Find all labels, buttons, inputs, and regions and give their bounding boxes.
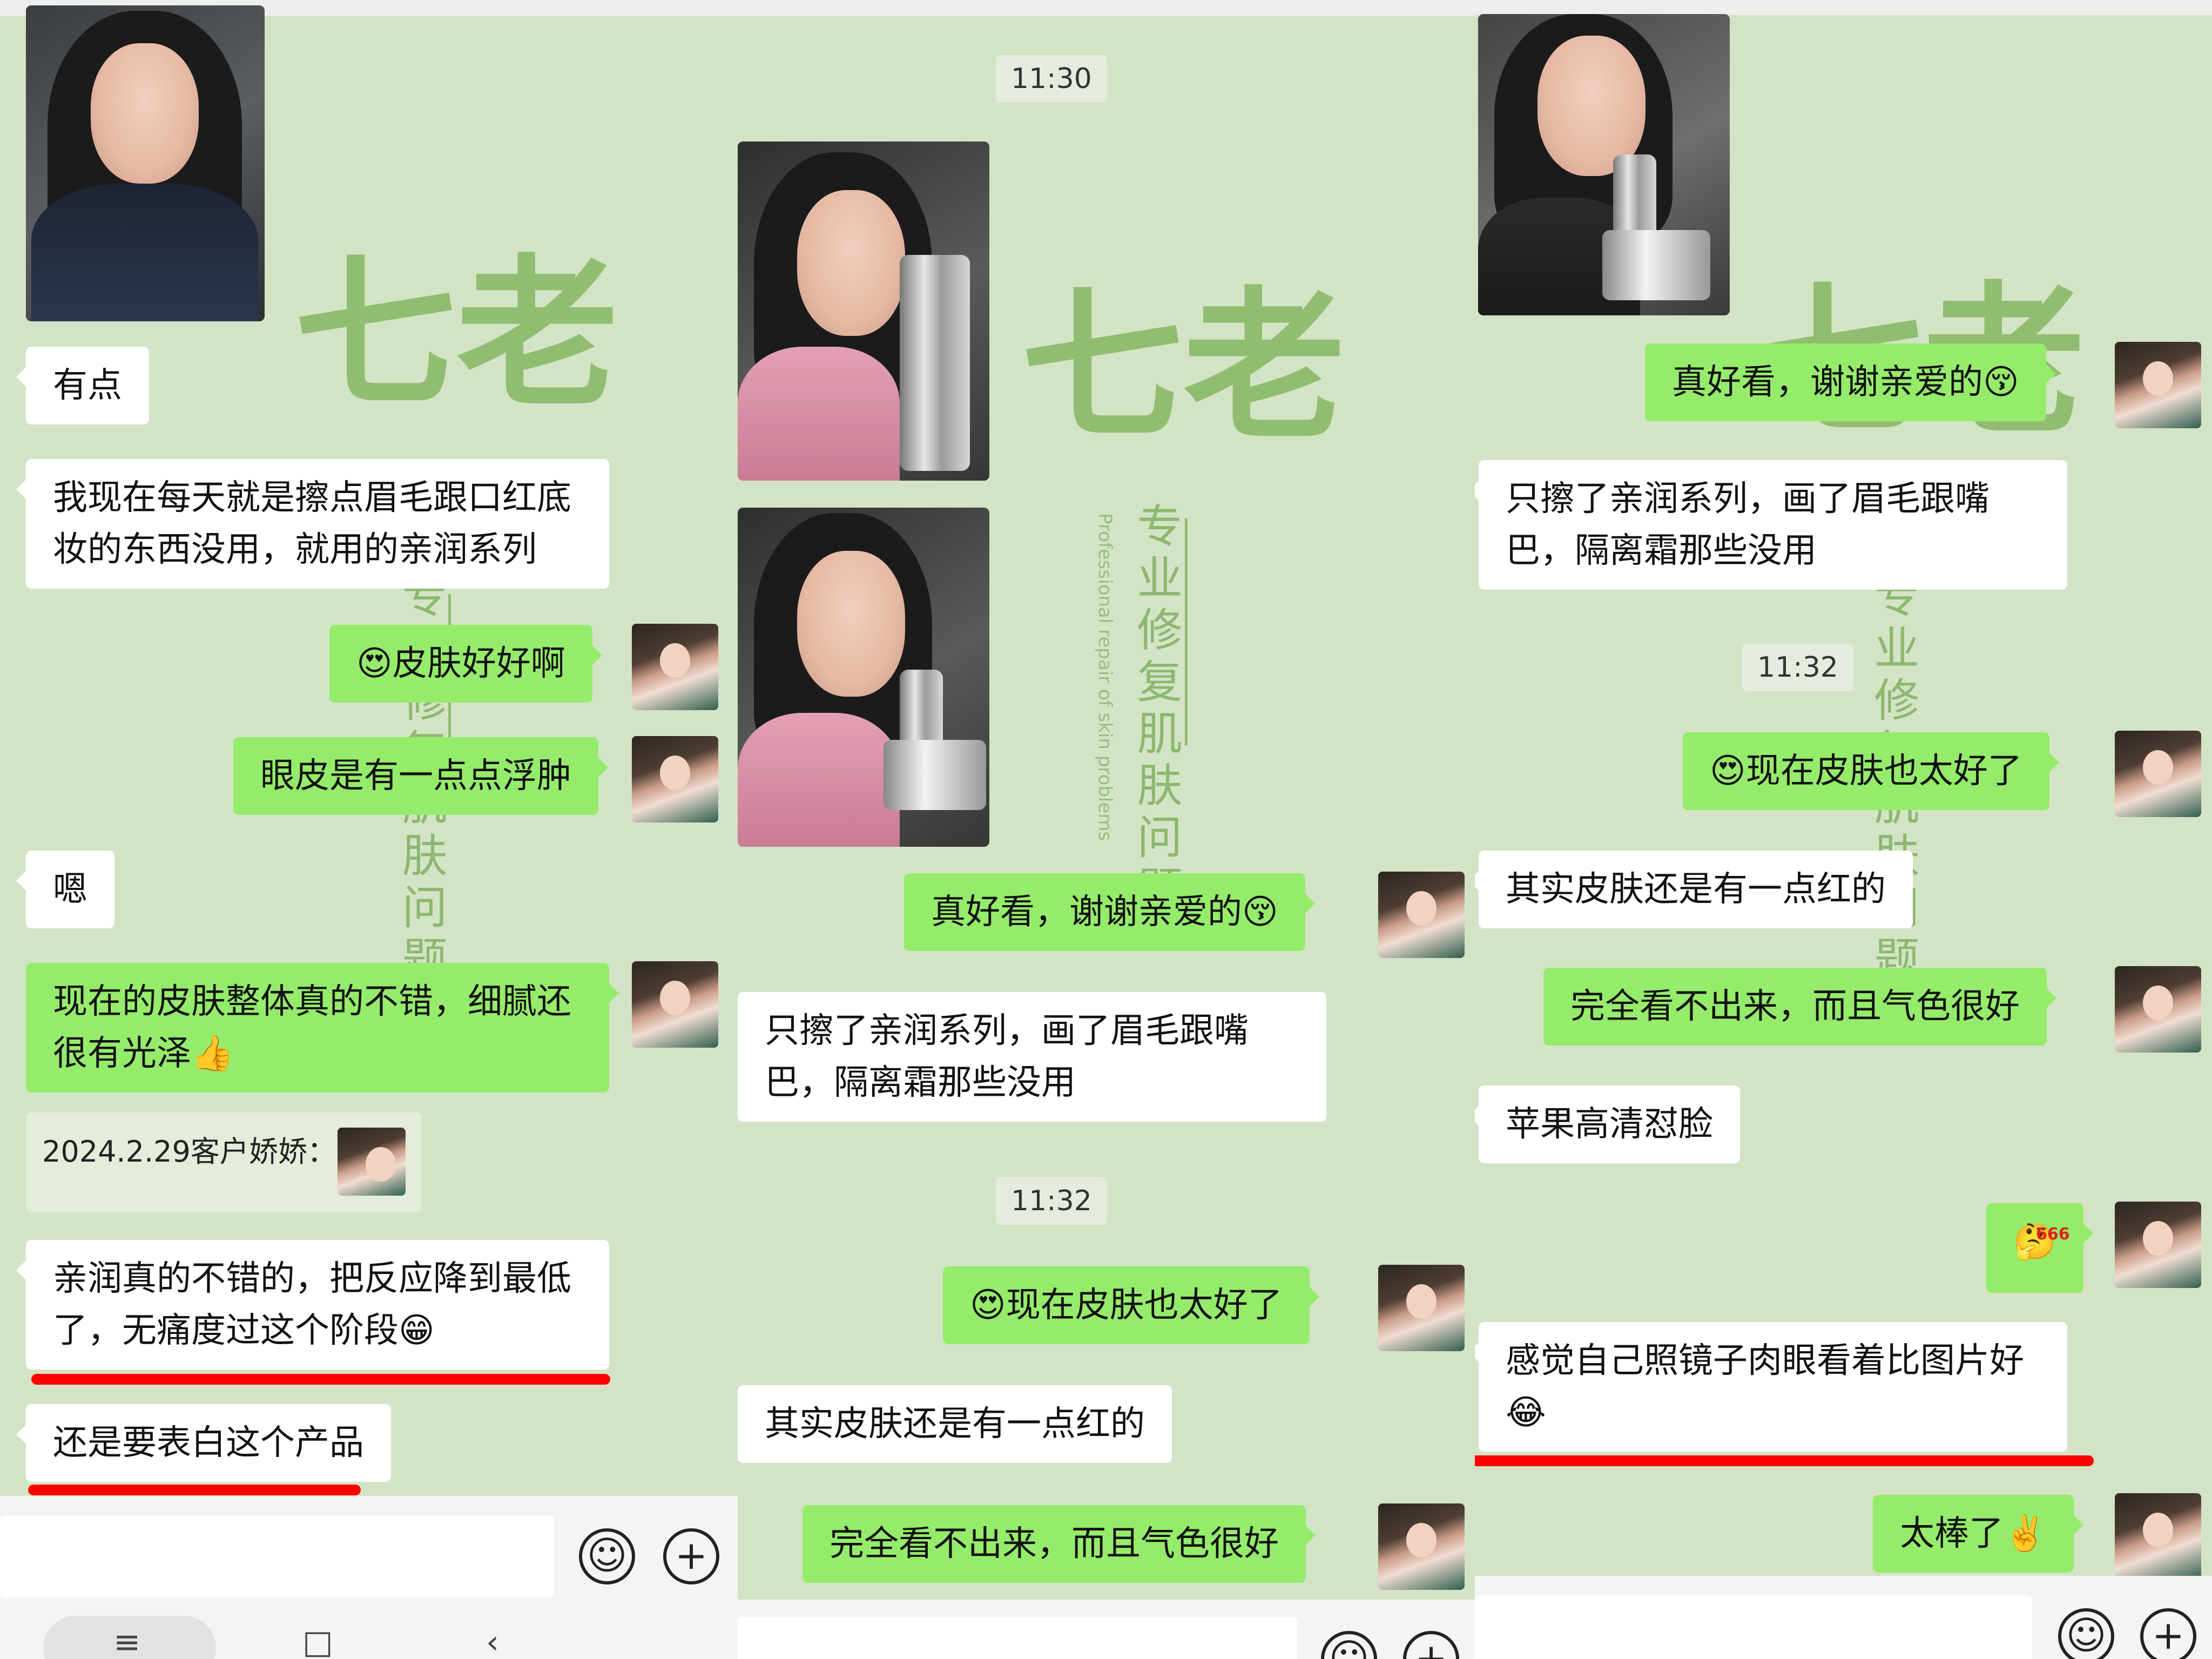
avatar[interactable] — [1378, 872, 1465, 958]
message-bubble[interactable]: 只擦了亲润系列，画了眉毛跟嘴巴，隔离霜那些没用 — [1475, 460, 2067, 590]
avatar[interactable] — [2115, 731, 2201, 817]
message-bubble[interactable]: 我现在每天就是擦点眉毛跟口红底妆的东西没用，就用的亲润系列 — [16, 459, 609, 589]
watermark-line — [1185, 518, 1188, 745]
avatar[interactable] — [2115, 342, 2201, 428]
watermark-vertical-text: 专业修复肌肤问题 — [1130, 502, 1183, 917]
message-bubble[interactable]: 完全看不出来，而且气色很好 — [802, 1505, 1316, 1583]
watermark-english-text: Professional repair of skin problems — [1094, 513, 1116, 841]
avatar[interactable] — [632, 961, 718, 1048]
selfie-photo[interactable] — [738, 141, 989, 481]
timestamp: 11:32 — [1742, 644, 1853, 691]
timestamp: 11:32 — [996, 1177, 1107, 1225]
avatar[interactable] — [1378, 1265, 1465, 1351]
message-bubble[interactable]: 亲润真的不错的，把反应降到最低了，无痛度过这个阶段😁 — [16, 1240, 609, 1370]
input-bar: ☺ + — [1475, 1576, 2212, 1659]
plus-circle-icon[interactable]: + — [2140, 1608, 2196, 1659]
message-bubble[interactable]: 太棒了✌️ — [1873, 1495, 2083, 1573]
message-bubble[interactable]: 还是要表白这个产品 — [16, 1404, 391, 1482]
avatar[interactable] — [2115, 966, 2201, 1053]
smiley-face-icon[interactable]: ☺ — [2058, 1608, 2114, 1659]
watermark-logo: 七老 — [294, 240, 618, 429]
highlight-underline — [28, 1485, 361, 1495]
menu-icon[interactable]: ≡ — [113, 1623, 140, 1659]
message-bubble[interactable]: 😍现在皮肤也太好了 — [943, 1266, 1319, 1344]
message-bubble[interactable]: 其实皮肤还是有一点红的 — [738, 1385, 1172, 1463]
message-bubble[interactable]: 感觉自己照镜子肉眼看着比图片好😂 — [1475, 1322, 2067, 1452]
smiley-face-icon[interactable]: ☺ — [1321, 1631, 1377, 1659]
avatar[interactable] — [2115, 1493, 2201, 1580]
message-bubble[interactable]: 真好看，谢谢亲爱的😚 — [904, 873, 1315, 951]
square-icon[interactable]: □ — [302, 1623, 333, 1659]
message-bubble[interactable]: 😍现在皮肤也太好了 — [1683, 732, 2059, 810]
input-bar: ☺ + ≡ □ ‹ — [0, 1496, 738, 1659]
quote-label: 2024.2.29客户娇娇： — [42, 1135, 336, 1169]
selfie-photo[interactable] — [738, 508, 989, 847]
avatar[interactable] — [632, 736, 718, 822]
message-bubble[interactable]: 现在的皮肤整体真的不错，细腻还很有光泽👍 — [26, 963, 619, 1092]
message-bubble[interactable]: 完全看不出来，而且气色很好 — [1543, 968, 2056, 1046]
back-icon[interactable]: ‹ — [486, 1623, 499, 1659]
message-bubble[interactable]: 嗯 — [16, 851, 114, 928]
timestamp: 11:30 — [996, 55, 1107, 103]
sticker-badge: 666 — [2036, 1225, 2070, 1244]
avatar[interactable] — [1378, 1503, 1465, 1590]
message-bubble[interactable]: 真好看，谢谢亲爱的😚 — [1645, 343, 2056, 421]
selfie-photo[interactable] — [1478, 14, 1730, 315]
chat-panel-1: 七老 专业修复肌肤问题 有点 我现在每天就是擦点眉毛跟口红底妆的东西没用，就用的… — [0, 0, 738, 1659]
message-input[interactable] — [1475, 1595, 2032, 1659]
sticker-bubble[interactable]: 🤔 666 — [1986, 1203, 2093, 1293]
message-input[interactable] — [738, 1617, 1297, 1659]
selfie-photo[interactable] — [26, 5, 265, 321]
message-bubble[interactable]: 苹果高清怼脸 — [1475, 1085, 1740, 1163]
message-bubble[interactable]: 有点 — [16, 347, 149, 424]
avatar[interactable] — [632, 624, 718, 710]
message-bubble[interactable]: 😍皮肤好好啊 — [329, 625, 602, 703]
chat-panel-2: 七老 Professional repair of skin problems … — [738, 0, 1475, 1659]
input-bar: ☺ + — [738, 1600, 1475, 1659]
avatar[interactable] — [2115, 1202, 2201, 1288]
watermark-logo: 七老 — [1021, 273, 1345, 461]
smiley-face-icon[interactable]: ☺ — [579, 1528, 635, 1584]
highlight-underline — [1475, 1455, 2094, 1466]
plus-circle-icon[interactable]: + — [663, 1528, 719, 1584]
message-bubble[interactable]: 其实皮肤还是有一点红的 — [1475, 851, 1913, 928]
quote-thumbnail — [338, 1128, 406, 1196]
chat-panel-3: 七老 专业修复肌肤问题 真好看，谢谢亲爱的😚 只擦了亲润系列，画了眉毛跟嘴巴，隔… — [1475, 0, 2212, 1659]
plus-circle-icon[interactable]: + — [1403, 1631, 1459, 1659]
highlight-underline — [31, 1374, 610, 1385]
message-bubble[interactable]: 只擦了亲润系列，画了眉毛跟嘴巴，隔离霜那些没用 — [738, 992, 1326, 1122]
top-strip — [1475, 0, 2212, 15]
top-strip — [738, 0, 1475, 16]
message-input[interactable] — [0, 1515, 554, 1597]
message-bubble[interactable]: 眼皮是有一点点浮肿 — [233, 737, 608, 815]
